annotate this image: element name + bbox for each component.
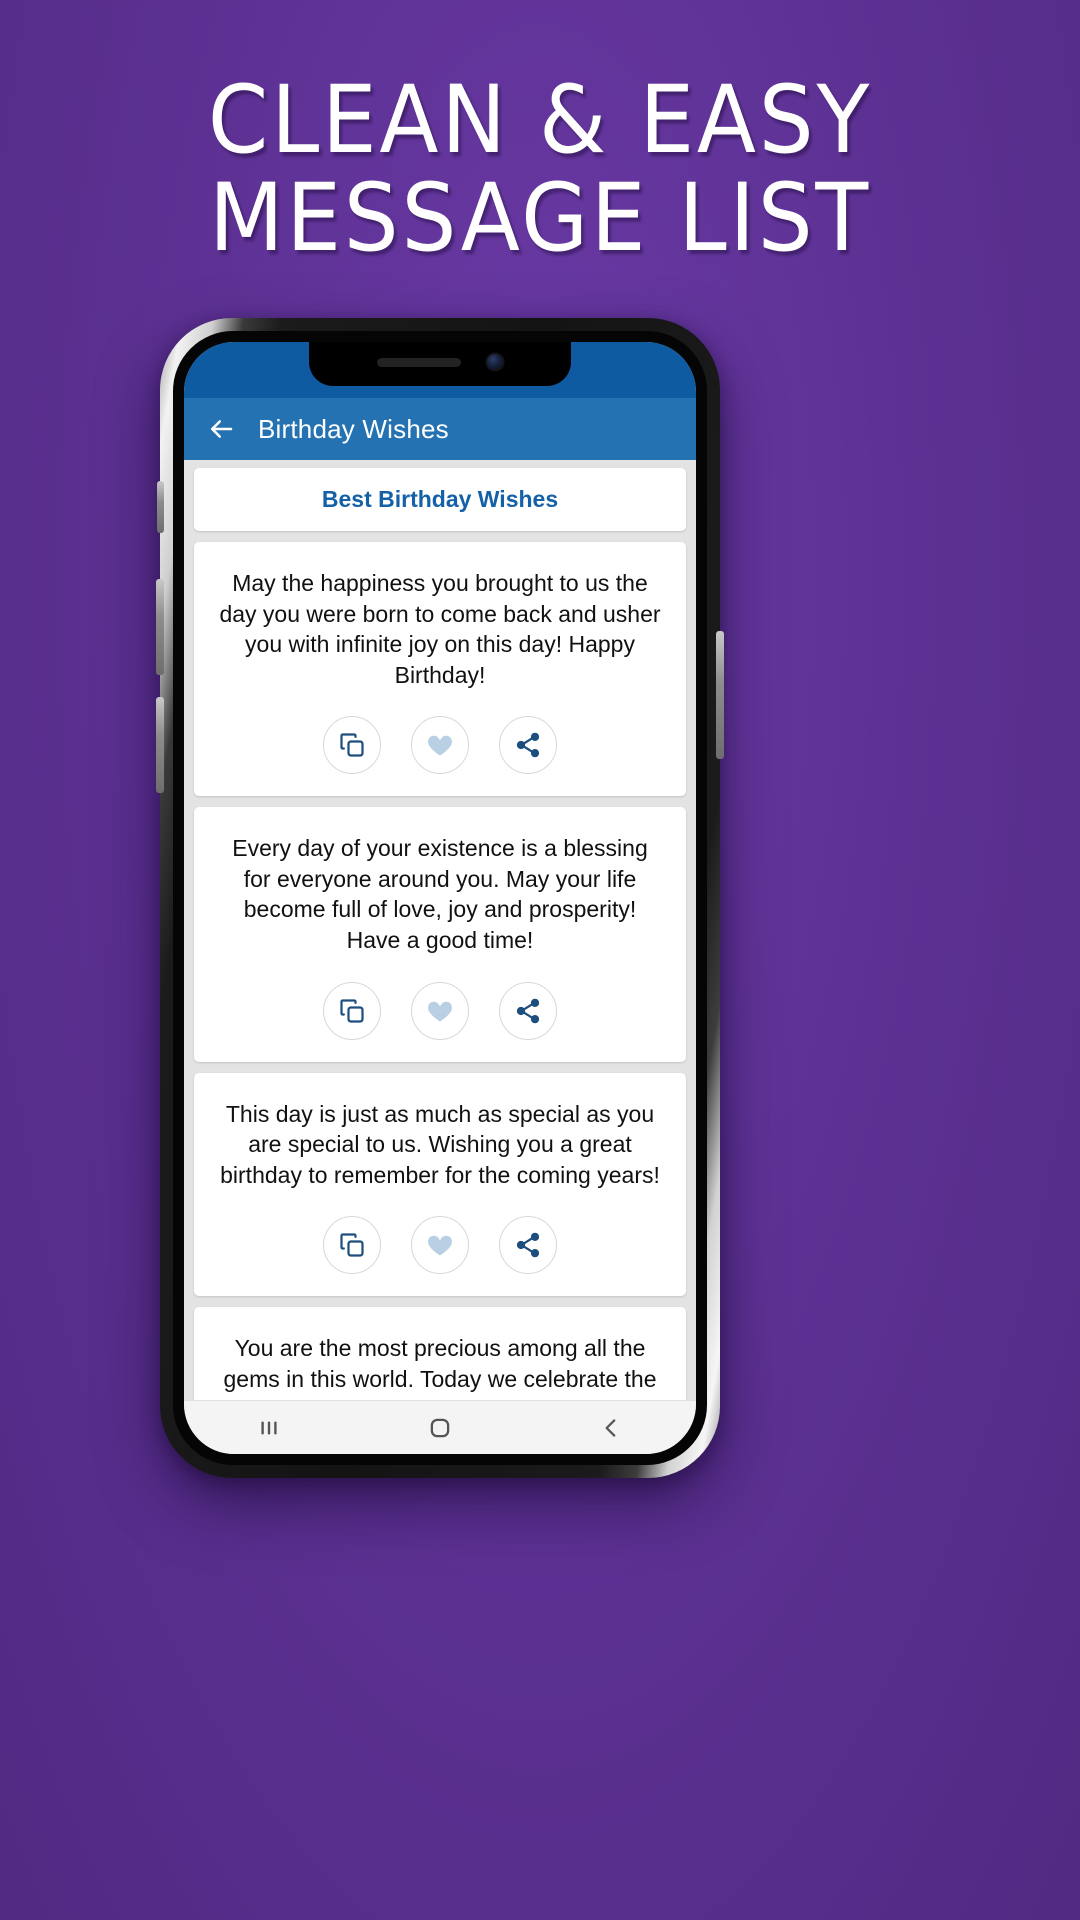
heart-icon <box>428 1001 452 1022</box>
share-icon <box>516 1233 540 1258</box>
favorite-button[interactable] <box>411 981 469 1040</box>
message-card[interactable]: This day is just as much as special as y… <box>194 1072 686 1297</box>
copy-icon <box>340 999 364 1023</box>
share-button[interactable] <box>499 1216 557 1275</box>
phone-mockup: Birthday Wishes Best Birthday Wishes May… <box>156 318 724 1478</box>
share-button[interactable] <box>499 716 557 775</box>
home-icon <box>430 1418 450 1437</box>
message-text: Every day of your existence is a blessin… <box>232 835 648 954</box>
headline-line-2: MESSAGE LIST <box>209 163 871 273</box>
poster-canvas: CLEAN & EASY MESSAGE LIST Birthday Wishe… <box>0 0 1080 1920</box>
phone-notch <box>309 342 571 386</box>
phone-volume-down-button[interactable] <box>156 697 164 793</box>
page-title: Birthday Wishes <box>258 413 449 444</box>
copy-button[interactable] <box>323 1216 381 1275</box>
share-icon <box>516 733 540 758</box>
phone-power-button[interactable] <box>716 631 724 759</box>
app-bar: Birthday Wishes <box>184 398 696 460</box>
message-text: This day is just as much as special as y… <box>220 1100 660 1188</box>
message-card[interactable]: You are the most precious among all the … <box>194 1307 686 1400</box>
share-button[interactable] <box>499 981 557 1040</box>
poster-headline: CLEAN & EASY MESSAGE LIST <box>0 72 1080 268</box>
heart-icon <box>428 736 452 756</box>
message-text: May the happiness you brought to us the … <box>219 570 661 688</box>
favorite-button[interactable] <box>411 716 469 775</box>
headline-line-1: CLEAN & EASY <box>207 66 873 175</box>
share-icon <box>516 998 540 1023</box>
phone-mute-switch[interactable] <box>157 481 164 533</box>
copy-icon <box>340 1233 364 1257</box>
arrow-left-icon[interactable] <box>206 414 236 444</box>
front-camera-icon <box>487 354 503 370</box>
message-card[interactable]: May the happiness you brought to us the … <box>194 542 686 797</box>
message-actions <box>216 1216 664 1275</box>
back-button[interactable] <box>576 1408 646 1448</box>
phone-bezel: Birthday Wishes Best Birthday Wishes May… <box>156 331 724 1465</box>
message-actions <box>216 981 664 1040</box>
android-nav-bar <box>184 1400 696 1454</box>
favorite-button[interactable] <box>411 1216 469 1275</box>
earpiece-speaker-icon <box>377 357 461 367</box>
message-actions <box>216 716 664 775</box>
recents-icon <box>261 1421 277 1434</box>
message-card[interactable]: Every day of your existence is a blessin… <box>194 807 686 1062</box>
heart-icon <box>428 1236 452 1256</box>
message-text: You are the most precious among all the … <box>219 1335 661 1400</box>
copy-icon <box>340 733 364 757</box>
message-list[interactable]: Best Birthday Wishes May the happiness y… <box>184 460 696 1400</box>
list-header-card: Best Birthday Wishes <box>194 468 686 531</box>
home-button[interactable] <box>405 1408 475 1448</box>
back-chevron-icon <box>605 1418 616 1437</box>
phone-volume-up-button[interactable] <box>156 579 164 675</box>
copy-button[interactable] <box>323 716 381 775</box>
list-header-title: Best Birthday Wishes <box>321 486 559 512</box>
recents-button[interactable] <box>234 1408 304 1448</box>
phone-screen: Birthday Wishes Best Birthday Wishes May… <box>184 342 696 1454</box>
copy-button[interactable] <box>323 981 381 1040</box>
